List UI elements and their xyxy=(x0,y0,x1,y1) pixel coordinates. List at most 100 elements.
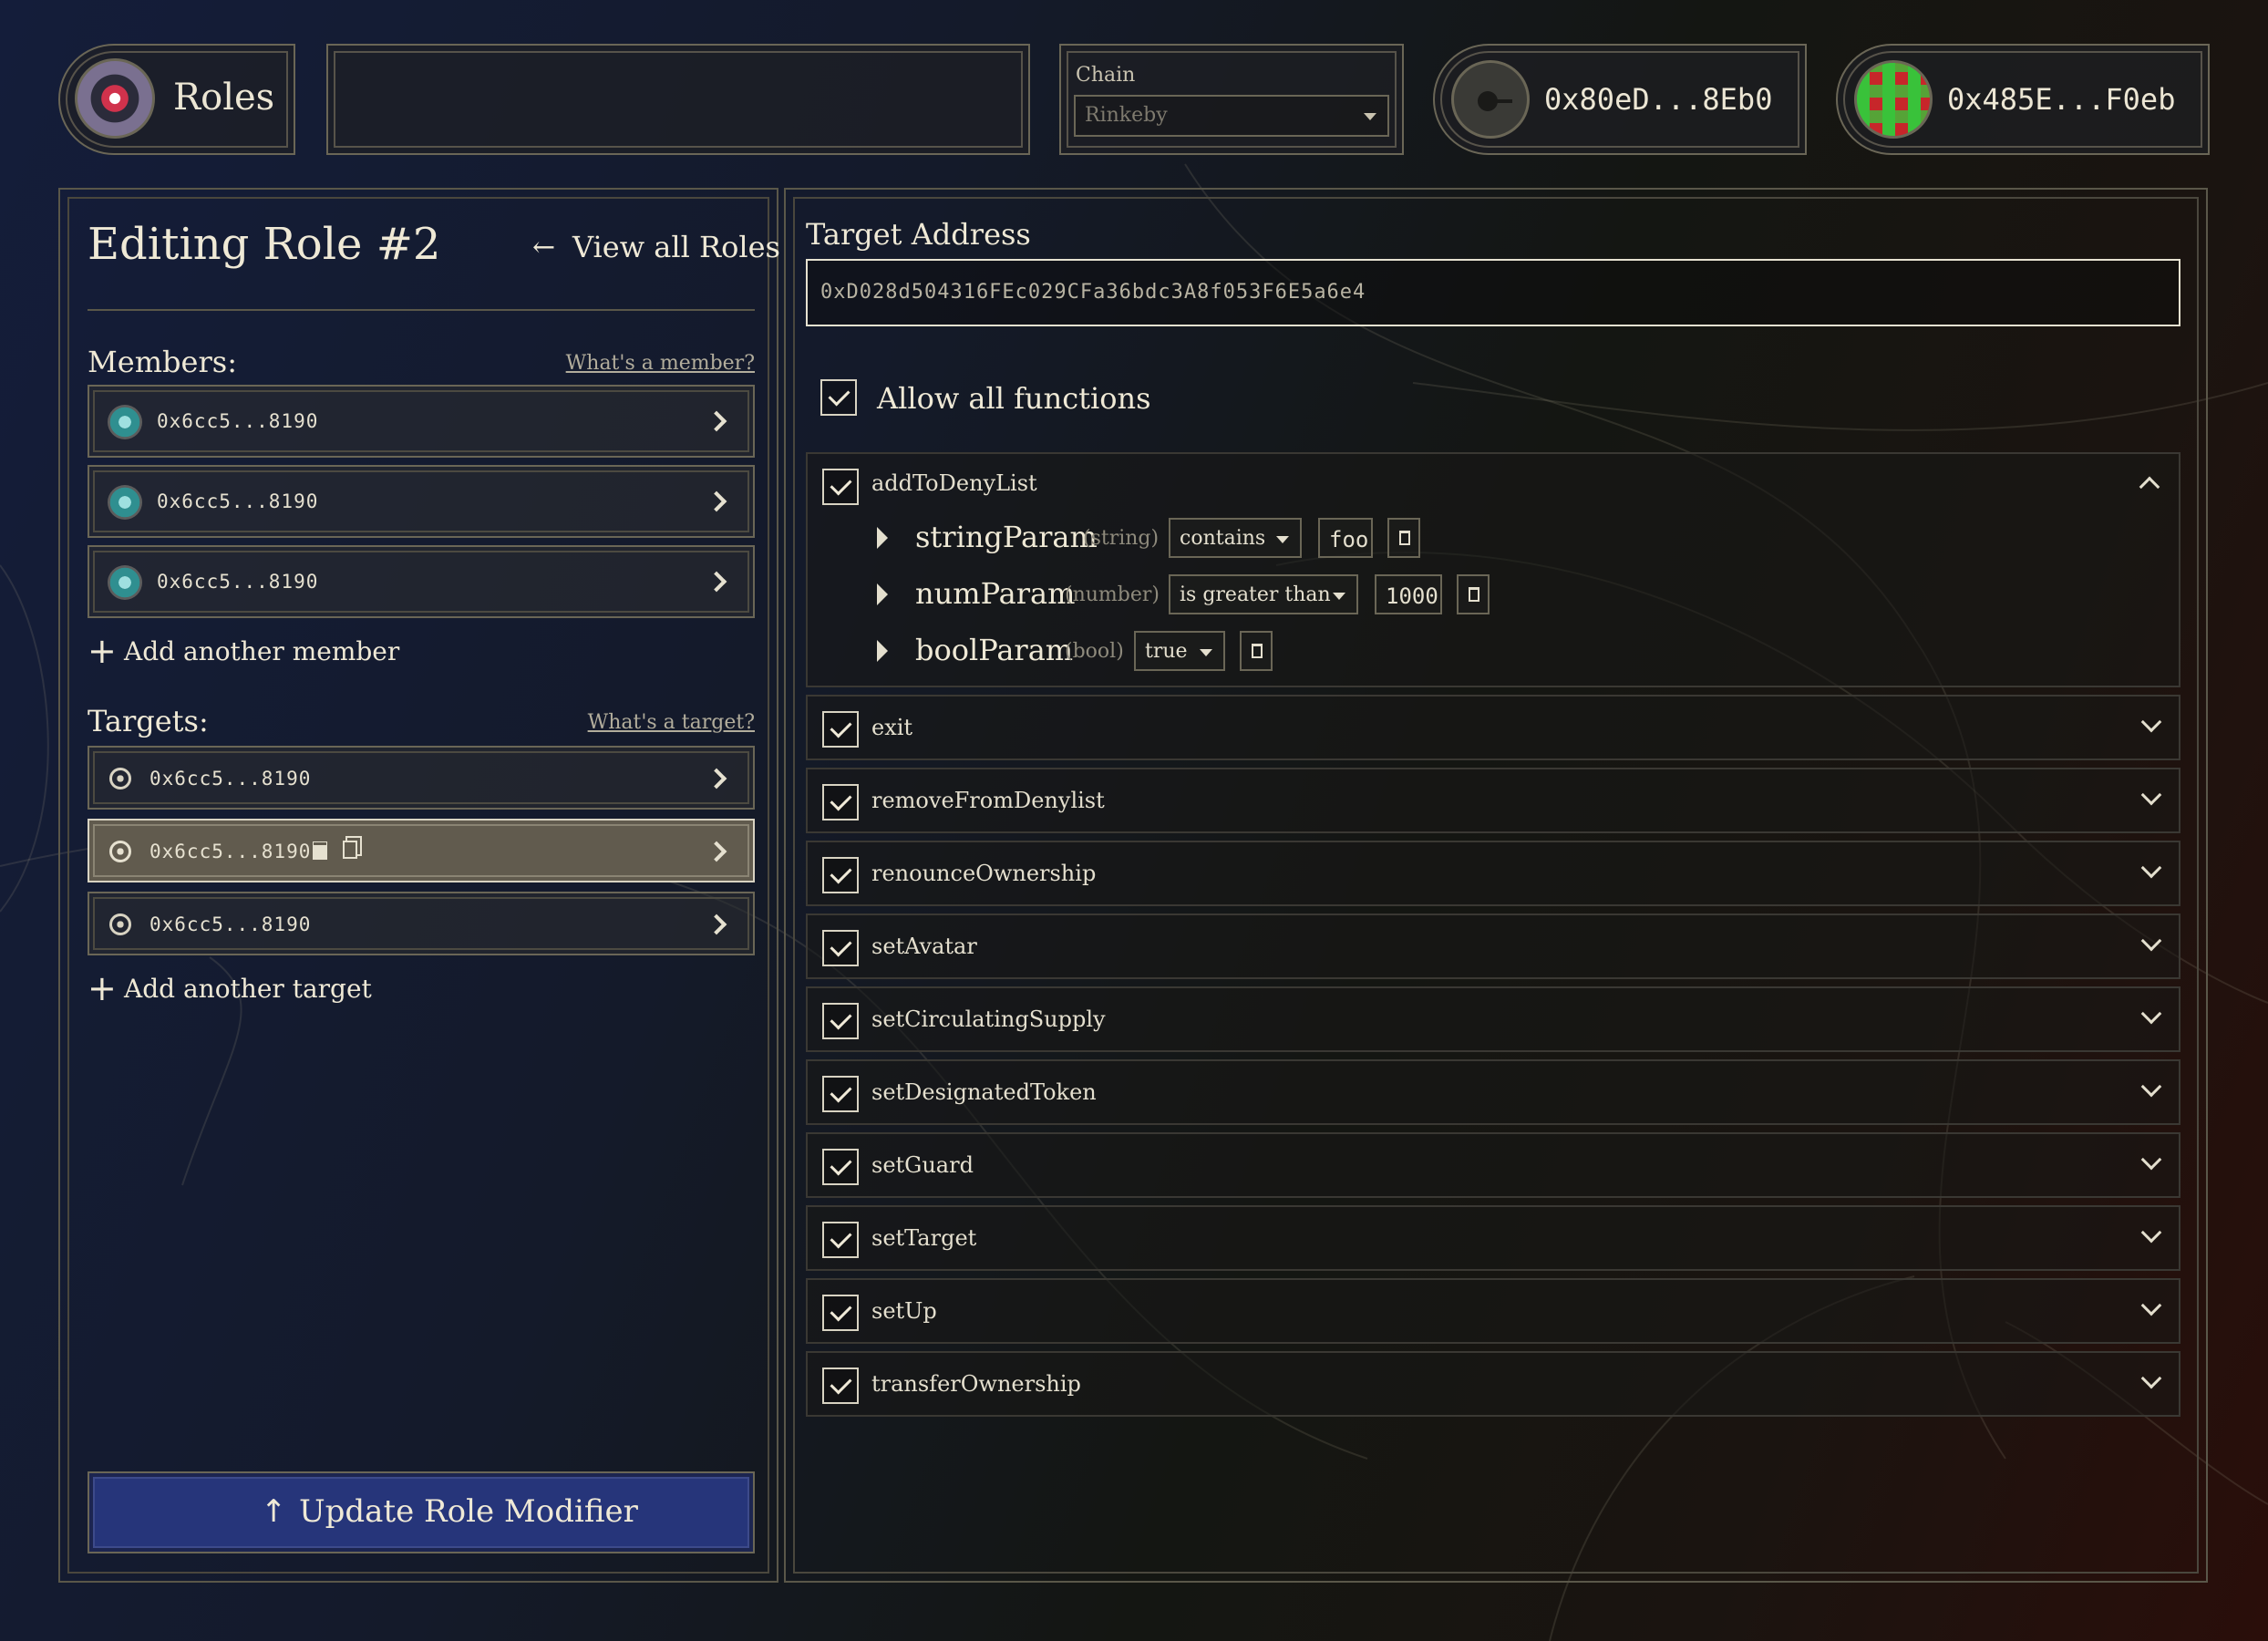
chevron-down-icon[interactable] xyxy=(2140,711,2162,733)
account-button-1[interactable]: 0x80eD...8Eb0 xyxy=(1433,44,1807,155)
chevron-down-icon[interactable] xyxy=(2140,930,2162,952)
target-row-selected[interactable]: 0x6cc5...8190 xyxy=(88,819,755,882)
member-row[interactable]: 0x6cc5...8190 xyxy=(88,465,755,538)
add-member-button[interactable]: + Add another member xyxy=(88,631,416,671)
delete-condition-button[interactable] xyxy=(1387,518,1420,558)
chevron-down-icon[interactable] xyxy=(2140,1222,2162,1244)
trash-icon xyxy=(1252,644,1263,658)
add-member-label: Add another member xyxy=(124,636,400,666)
function-row[interactable]: setGuard xyxy=(806,1132,2180,1198)
function-name: setTarget xyxy=(871,1225,977,1251)
allow-all-checkbox[interactable] xyxy=(820,379,857,416)
condition-value: true xyxy=(1145,640,1188,663)
param-type: (bool) xyxy=(1065,640,1124,663)
arrow-left-icon: ← xyxy=(532,232,556,263)
member-avatar-icon xyxy=(108,565,142,600)
delete-condition-button[interactable] xyxy=(1457,574,1490,614)
function-row[interactable]: setCirculatingSupply xyxy=(806,986,2180,1052)
target-address: 0x6cc5...8190 xyxy=(149,768,312,790)
chevron-down-icon[interactable] xyxy=(2140,1295,2162,1316)
function-checkbox[interactable] xyxy=(822,1003,859,1039)
function-row[interactable]: removeFromDenylist xyxy=(806,768,2180,833)
function-name: transferOwnership xyxy=(871,1371,1081,1397)
function-name: addToDenyList xyxy=(871,470,1037,496)
search-box[interactable] xyxy=(326,44,1030,155)
chevron-down-icon[interactable] xyxy=(2140,1149,2162,1171)
chevron-up-icon[interactable] xyxy=(2139,476,2160,498)
function-name: setDesignatedToken xyxy=(871,1079,1097,1105)
condition-select[interactable]: is greater than xyxy=(1169,574,1358,614)
function-row[interactable]: transferOwnership xyxy=(806,1351,2180,1417)
condition-select[interactable]: contains xyxy=(1169,518,1302,558)
function-name: exit xyxy=(871,715,913,740)
param-value: foo xyxy=(1329,527,1369,552)
function-checkbox[interactable] xyxy=(822,711,859,748)
target-radio-icon xyxy=(109,841,131,862)
account-avatar-1 xyxy=(1451,60,1530,139)
function-row[interactable]: setUp xyxy=(806,1278,2180,1344)
update-role-modifier-button[interactable]: ↑ Update Role Modifier xyxy=(88,1471,755,1553)
function-checkbox[interactable] xyxy=(822,857,859,893)
function-row[interactable]: setTarget xyxy=(806,1205,2180,1271)
condition-select[interactable]: true xyxy=(1134,631,1225,671)
caret-right-icon[interactable] xyxy=(877,640,888,662)
caret-right-icon[interactable] xyxy=(877,583,888,605)
view-all-roles-link[interactable]: ← View all Roles xyxy=(532,230,780,266)
function-checkbox[interactable] xyxy=(822,1076,859,1112)
chain-select[interactable]: Rinkeby xyxy=(1074,95,1389,137)
param-value-input[interactable]: 1000 xyxy=(1375,574,1442,614)
chevron-down-icon[interactable] xyxy=(2140,1076,2162,1098)
targets-help-link[interactable]: What's a target? xyxy=(588,711,755,734)
function-checkbox[interactable] xyxy=(822,930,859,966)
function-name: setGuard xyxy=(871,1152,974,1178)
title-divider xyxy=(88,309,755,311)
plus-icon: + xyxy=(88,968,117,1008)
chain-select-group: Chain Rinkeby xyxy=(1059,44,1404,155)
target-address-field[interactable]: 0xD028d504316FEc029CFa36bdc3A8f053F6E5a6… xyxy=(806,259,2180,326)
target-row[interactable]: 0x6cc5...8190 xyxy=(88,746,755,810)
function-checkbox[interactable] xyxy=(822,1222,859,1258)
function-checkbox[interactable] xyxy=(822,1149,859,1185)
account-button-2[interactable]: 0x485E...F0eb xyxy=(1836,44,2210,155)
member-address: 0x6cc5...8190 xyxy=(157,410,319,432)
account-address-1: 0x80eD...8Eb0 xyxy=(1544,82,1773,117)
function-checkbox[interactable] xyxy=(822,469,859,505)
condition-value: contains xyxy=(1180,527,1266,550)
delete-condition-button[interactable] xyxy=(1240,631,1273,671)
function-checkbox[interactable] xyxy=(822,1368,859,1404)
function-row[interactable]: exit xyxy=(806,695,2180,760)
update-button-label: Update Role Modifier xyxy=(299,1493,638,1530)
member-row[interactable]: 0x6cc5...8190 xyxy=(88,385,755,458)
target-radio-icon xyxy=(109,768,131,790)
member-row[interactable]: 0x6cc5...8190 xyxy=(88,545,755,618)
function-row[interactable]: renounceOwnership xyxy=(806,841,2180,906)
plus-icon: + xyxy=(88,631,117,671)
trash-icon[interactable] xyxy=(313,841,327,860)
members-help-link[interactable]: What's a member? xyxy=(566,352,755,375)
param-type: (string) xyxy=(1083,527,1160,550)
function-checkbox[interactable] xyxy=(822,784,859,820)
target-row[interactable]: 0x6cc5...8190 xyxy=(88,892,755,955)
chevron-down-icon[interactable] xyxy=(2140,1368,2162,1389)
function-row[interactable]: setAvatar xyxy=(806,913,2180,979)
function-checkbox[interactable] xyxy=(822,1295,859,1331)
caret-right-icon[interactable] xyxy=(877,527,888,549)
chevron-down-icon[interactable] xyxy=(2140,857,2162,879)
chevron-down-icon xyxy=(1200,649,1212,656)
copy-icon[interactable] xyxy=(343,841,357,859)
app-title: Roles xyxy=(173,77,275,119)
param-value-input[interactable]: foo xyxy=(1318,518,1373,558)
member-avatar-icon xyxy=(108,485,142,520)
param-name: boolParam xyxy=(915,633,1074,667)
members-heading: Members: xyxy=(88,345,237,379)
chevron-down-icon[interactable] xyxy=(2140,1003,2162,1025)
add-target-button[interactable]: + Add another target xyxy=(88,968,416,1008)
target-address-value: 0xD028d504316FEc029CFa36bdc3A8f053F6E5a6… xyxy=(820,281,1366,304)
function-row[interactable]: setDesignatedToken xyxy=(806,1059,2180,1125)
allow-all-functions-toggle[interactable]: Allow all functions xyxy=(820,377,1276,421)
app-brand[interactable]: Roles xyxy=(58,44,295,155)
param-name: numParam xyxy=(915,576,1076,611)
chain-label: Chain xyxy=(1076,64,1136,87)
function-name: setCirculatingSupply xyxy=(871,1006,1106,1032)
chevron-down-icon[interactable] xyxy=(2140,784,2162,806)
